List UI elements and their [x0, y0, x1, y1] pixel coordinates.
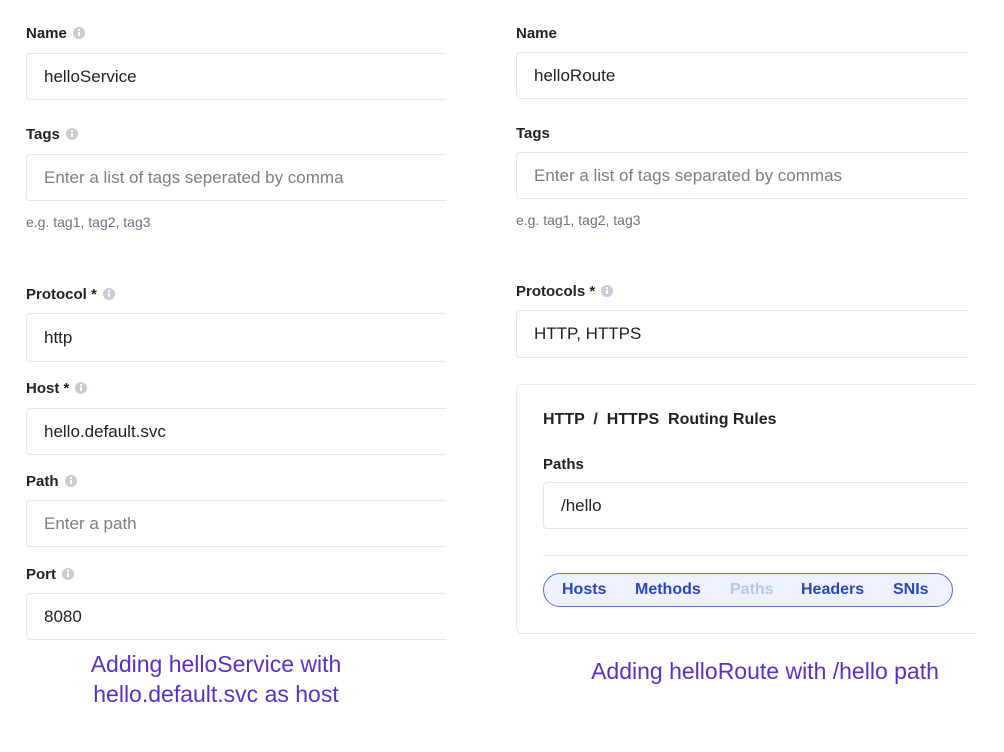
left-host-label: Host * — [26, 380, 88, 397]
info-icon[interactable] — [601, 284, 614, 297]
routing-rules-title: HTTP / HTTPS Routing Rules — [543, 411, 777, 428]
left-name-label: Name — [26, 25, 85, 42]
route-name-input[interactable] — [534, 65, 968, 86]
tab-paths[interactable]: Paths — [730, 581, 774, 599]
tab-methods[interactable]: Methods — [635, 581, 701, 599]
right-protocols-select[interactable]: HTTP, HTTPS — [516, 310, 968, 358]
port-input[interactable] — [44, 606, 446, 627]
service-tags-input[interactable] — [44, 167, 446, 188]
left-name-field[interactable] — [26, 53, 446, 100]
protocol-value: http — [44, 327, 73, 347]
right-protocols-label: Protocols * — [516, 283, 614, 300]
left-caption: Adding helloService with hello.default.s… — [90, 651, 342, 707]
right-caption: Adding helloRoute with /hello path — [591, 658, 939, 684]
left-path-field[interactable] — [26, 500, 446, 547]
info-icon[interactable] — [65, 127, 78, 140]
right-name-field[interactable] — [516, 52, 968, 99]
divider — [543, 555, 968, 556]
info-icon[interactable] — [75, 381, 88, 394]
left-path-label: Path — [26, 473, 77, 490]
left-protocol-label: Protocol * — [26, 286, 115, 303]
routing-tabs: Hosts Methods Paths Headers SNIs — [543, 573, 953, 607]
protocols-value: HTTP, HTTPS — [534, 324, 642, 343]
info-icon[interactable] — [62, 567, 74, 580]
host-input[interactable] — [44, 421, 446, 442]
right-name-label: Name — [516, 25, 557, 42]
paths-input[interactable] — [561, 495, 968, 516]
tab-snis[interactable]: SNIs — [893, 581, 929, 599]
left-protocol-select[interactable]: http — [26, 313, 446, 362]
service-name-input[interactable] — [44, 66, 446, 87]
left-port-field[interactable] — [26, 593, 446, 640]
left-port-label: Port — [26, 566, 74, 583]
left-tags-hint: e.g. tag1, tag2, tag3 — [26, 214, 151, 230]
right-tags-field[interactable] — [516, 152, 968, 199]
info-icon[interactable] — [64, 474, 77, 487]
paths-label: Paths — [543, 456, 584, 473]
right-tags-label: Tags — [516, 125, 550, 142]
route-tags-input[interactable] — [534, 165, 968, 186]
tab-hosts[interactable]: Hosts — [562, 581, 606, 599]
left-tags-field[interactable] — [26, 154, 446, 201]
right-tags-hint: e.g. tag1, tag2, tag3 — [516, 212, 641, 228]
tab-headers[interactable]: Headers — [801, 581, 864, 599]
left-host-field[interactable] — [26, 408, 446, 455]
info-icon[interactable] — [102, 287, 115, 300]
paths-field[interactable] — [543, 482, 968, 529]
info-icon[interactable] — [72, 26, 85, 39]
left-tags-label: Tags — [26, 126, 78, 143]
path-input[interactable] — [44, 513, 446, 534]
